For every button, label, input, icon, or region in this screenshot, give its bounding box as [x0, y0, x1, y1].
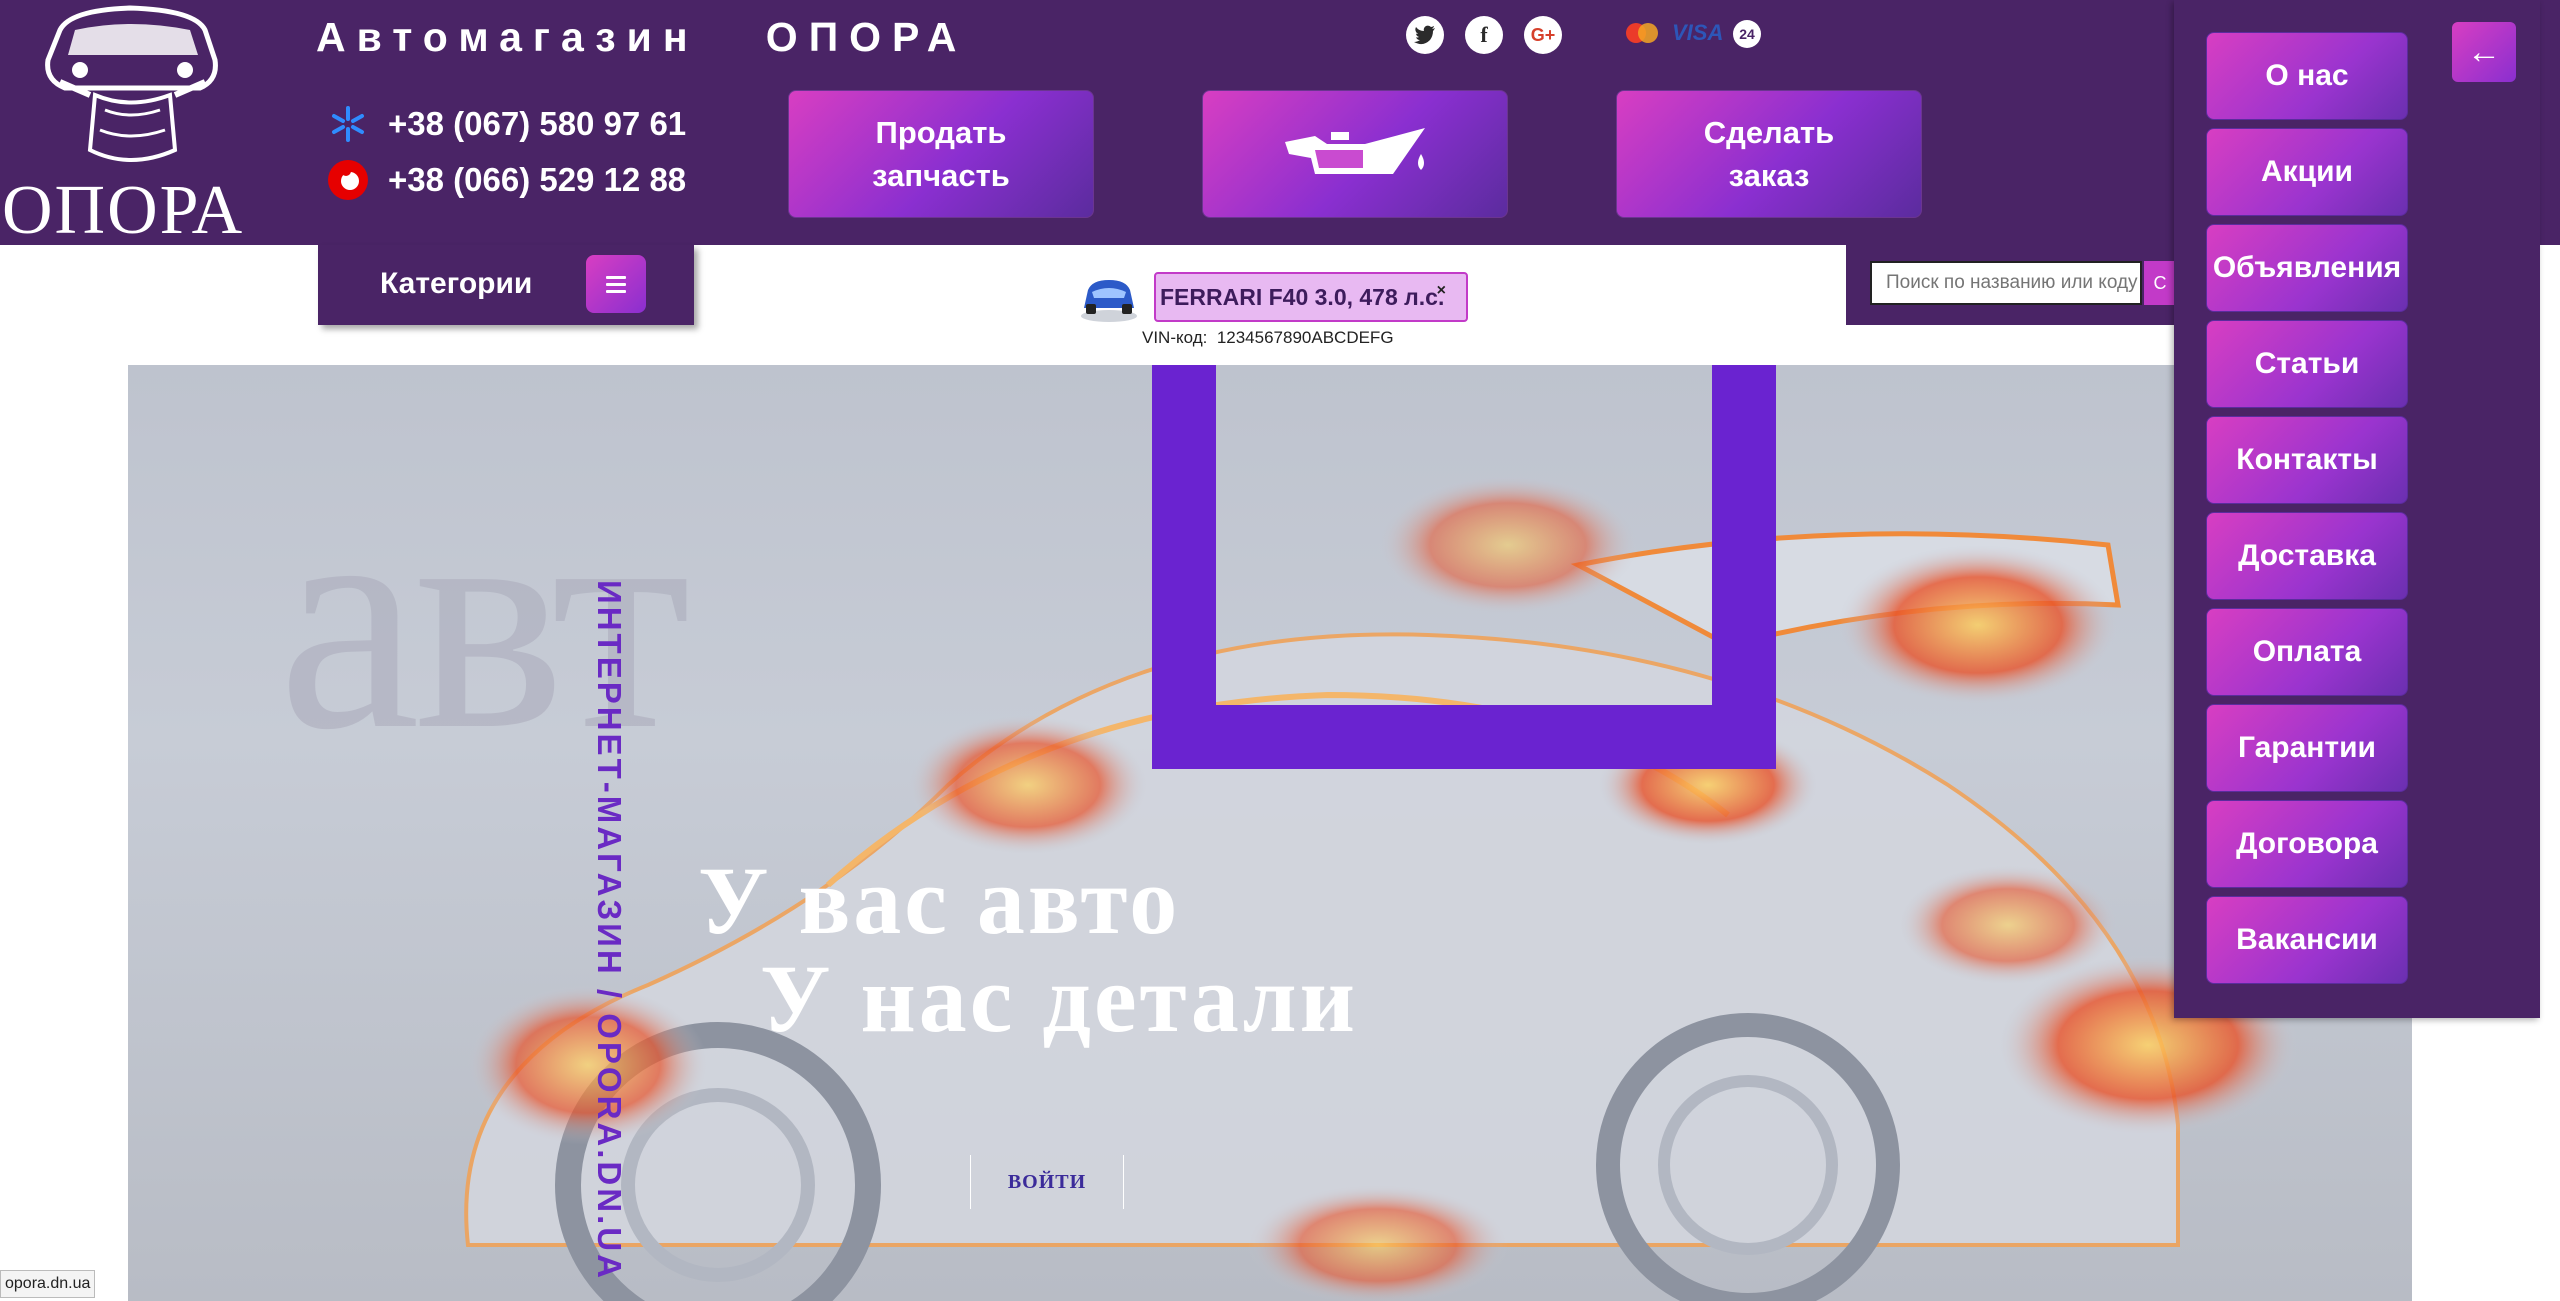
menu-item-contracts[interactable]: Договора	[2206, 800, 2408, 888]
car-thumbnail-icon	[1078, 270, 1140, 324]
remove-car-icon[interactable]: ×	[1437, 282, 1446, 300]
menu-item-vacancies[interactable]: Вакансии	[2206, 896, 2408, 984]
categories-panel[interactable]: Категории	[318, 245, 694, 325]
vertical-shop-text: ИНТЕРНЕТ-МАГАЗИН / OPORA.DN.UA	[591, 580, 628, 1281]
menu-item-guarantees[interactable]: Гарантии	[2206, 704, 2408, 792]
phone-kyivstar[interactable]: +38 (067) 580 97 61	[326, 102, 686, 146]
vodafone-icon	[326, 158, 370, 202]
search-input[interactable]	[1870, 261, 2142, 305]
menu-item-articles[interactable]: Статьи	[2206, 320, 2408, 408]
site-title: Автомагазин ОПОРА	[316, 14, 968, 60]
search-button[interactable]: С	[2144, 261, 2176, 305]
selected-car-label: FERRARI F40 3.0, 478 л.с.	[1160, 283, 1445, 310]
decorative-frame	[1152, 365, 1776, 769]
selected-car-tag[interactable]: FERRARI F40 3.0, 478 л.с. ×	[1154, 272, 1468, 322]
close-menu-arrow-icon[interactable]: ←	[2452, 22, 2516, 82]
privat24-icon: 24	[1733, 20, 1761, 48]
menu-item-delivery[interactable]: Доставка	[2206, 512, 2408, 600]
search-panel: С	[1846, 245, 2176, 325]
facebook-icon[interactable]: f	[1465, 16, 1503, 54]
status-url: opora.dn.ua	[0, 1270, 96, 1298]
side-menu: О нас Акции Объявления Статьи Контакты Д…	[2174, 0, 2540, 1018]
menu-item-payment[interactable]: Оплата	[2206, 608, 2408, 696]
logo-text: ОПОРА	[2, 172, 245, 249]
phone-number: +38 (067) 580 97 61	[388, 105, 687, 142]
visa-icon: VISA	[1672, 20, 1724, 45]
google-plus-icon[interactable]: G+	[1524, 16, 1562, 54]
vin-info: VIN-код: 1234567890ABCDEFG	[1142, 328, 1394, 348]
slogan-line-1: У вас авто	[698, 847, 1181, 954]
site-logo[interactable]: ОПОРА	[0, 0, 262, 249]
hamburger-menu-icon[interactable]	[586, 255, 646, 313]
phone-vodafone[interactable]: +38 (066) 529 12 88	[326, 158, 686, 202]
vin-label: VIN-код:	[1142, 328, 1208, 347]
oil-button[interactable]	[1202, 90, 1508, 218]
make-order-button[interactable]: Сделать заказ	[1616, 90, 1922, 218]
phone-number: +38 (066) 529 12 88	[388, 161, 687, 198]
menu-item-about[interactable]: О нас	[2206, 32, 2408, 120]
menu-item-promotions[interactable]: Акции	[2206, 128, 2408, 216]
sell-part-button[interactable]: Продать запчасть	[788, 90, 1094, 218]
categories-label: Категории	[380, 267, 533, 300]
logo-car-atlas-icon	[45, 5, 218, 162]
slogan-line-2: У нас детали	[760, 945, 1358, 1052]
menu-item-contacts[interactable]: Контакты	[2206, 416, 2408, 504]
menu-item-ads[interactable]: Объявления	[2206, 224, 2408, 312]
kyivstar-star-icon	[326, 102, 370, 146]
mastercard-icon	[1622, 20, 1662, 46]
twitter-icon[interactable]	[1406, 16, 1444, 54]
oil-can-icon	[1285, 128, 1425, 174]
login-link[interactable]: ВОЙТИ	[970, 1155, 1124, 1209]
vin-value: 1234567890ABCDEFG	[1216, 328, 1394, 347]
